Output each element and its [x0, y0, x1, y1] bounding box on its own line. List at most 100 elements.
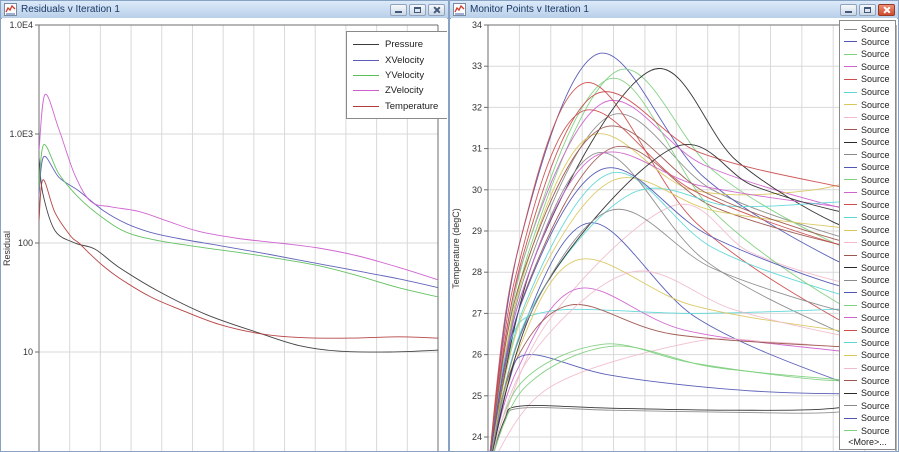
legend-label: Pressure	[385, 39, 423, 50]
residuals-titlebar[interactable]: Residuals v Iteration 1	[1, 1, 448, 19]
legend-item: Source	[844, 362, 895, 375]
legend-item: Source	[844, 224, 895, 237]
series-curve-18	[488, 304, 896, 451]
legend-line-swatch	[353, 106, 379, 107]
legend-line-swatch	[844, 368, 857, 369]
app-desktop: Residuals v Iteration 1 1.0E41.0E310010R…	[0, 0, 899, 452]
legend-item: Source	[844, 324, 895, 337]
legend-line-swatch	[353, 60, 379, 61]
restore-button[interactable]	[409, 4, 426, 16]
legend-item: Source	[844, 412, 895, 425]
series-curve-22	[488, 344, 896, 451]
minimize-button[interactable]	[840, 4, 857, 16]
legend-line-swatch	[844, 179, 857, 180]
minimize-icon	[845, 11, 852, 13]
legend-item: Source	[844, 425, 895, 438]
legend-item: Source	[844, 387, 895, 400]
legend-item: Source	[844, 211, 895, 224]
residuals-plot-area: 1.0E41.0E310010Residual PressureXVelocit…	[2, 18, 447, 451]
legend-label: Source	[861, 150, 890, 160]
monitor-points-titlebar[interactable]: Monitor Points v Iteration 1	[450, 1, 898, 19]
legend-label: Source	[861, 162, 890, 172]
close-icon	[883, 6, 891, 14]
legend-line-swatch	[844, 405, 857, 406]
legend-label: Source	[861, 288, 890, 298]
legend-item: Source	[844, 186, 895, 199]
chart-window-icon	[4, 3, 17, 16]
legend-line-swatch	[844, 355, 857, 356]
legend-item: Source	[844, 73, 895, 86]
legend-label: Source	[861, 24, 890, 34]
y-tick-label: 25	[472, 391, 482, 401]
legend-label: Source	[861, 200, 890, 210]
legend-label: Source	[861, 275, 890, 285]
legend-line-swatch	[353, 44, 379, 45]
residuals-window: Residuals v Iteration 1 1.0E41.0E310010R…	[0, 0, 449, 452]
legend-label: Source	[861, 175, 890, 185]
legend-item: Source	[844, 312, 895, 325]
legend-item: Source	[844, 161, 895, 174]
monitor-points-plot-area: 3433323130292827262524Temperature (degC)…	[451, 18, 897, 451]
legend-item: Source	[844, 61, 895, 74]
legend-label: Source	[861, 125, 890, 135]
close-button[interactable]	[428, 4, 445, 16]
legend-line-swatch	[844, 292, 857, 293]
y-axis-title: Temperature (degC)	[451, 208, 461, 289]
curves	[39, 94, 438, 352]
legend-line-swatch	[844, 142, 857, 143]
legend-label: Source	[861, 363, 890, 373]
legend-line-swatch	[844, 267, 857, 268]
y-axis-title: Residual	[2, 231, 12, 266]
legend-label: Source	[861, 401, 890, 411]
legend-label: Source	[861, 413, 890, 423]
series-curve-4	[39, 180, 438, 338]
chart-window-icon	[453, 3, 466, 16]
monitor-points-chart: 3433323130292827262524Temperature (degC)	[451, 18, 897, 451]
legend-label: Source	[861, 388, 890, 398]
legend-label: Source	[861, 137, 890, 147]
legend-line-swatch	[844, 41, 857, 42]
legend-line-swatch	[844, 217, 857, 218]
minimize-button[interactable]	[390, 4, 407, 16]
legend-line-swatch	[844, 92, 857, 93]
series-curve-29	[488, 144, 896, 451]
legend-line-swatch	[844, 242, 857, 243]
y-tick-label: 30	[472, 185, 482, 195]
y-tick-label: 26	[472, 350, 482, 360]
legend-label: Source	[861, 238, 890, 248]
window-title: Monitor Points v Iteration 1	[470, 2, 836, 18]
y-tick-label: 100	[18, 238, 33, 248]
legend-item: ZVelocity	[353, 83, 443, 98]
residuals-legend: PressureXVelocityYVelocityZVelocityTempe…	[346, 31, 447, 119]
legend-label: Source	[861, 187, 890, 197]
series-curve-1	[488, 53, 896, 451]
legend-line-swatch	[353, 75, 379, 76]
y-tick-label: 10	[23, 347, 33, 357]
legend-item: Source	[844, 274, 895, 287]
legend-item: Temperature	[353, 99, 443, 114]
series-curve-3	[488, 100, 896, 451]
y-tick-label: 32	[472, 102, 482, 112]
legend-item: Source	[844, 86, 895, 99]
legend-label: Source	[861, 376, 890, 386]
restore-button[interactable]	[859, 4, 876, 16]
series-curve-19	[488, 394, 896, 451]
y-tick-label: 33	[472, 61, 482, 71]
y-tick-label: 29	[472, 226, 482, 236]
legend-more-button[interactable]: <More>...	[844, 437, 895, 448]
legend-line-swatch	[844, 129, 857, 130]
legend-label: Source	[861, 49, 890, 59]
legend-item: Pressure	[353, 37, 443, 52]
series-curve-13	[488, 288, 896, 451]
legend-item: Source	[844, 349, 895, 362]
series-curve-1	[39, 156, 438, 287]
restore-icon	[864, 7, 871, 13]
legend-item: Source	[844, 199, 895, 212]
y-tick-label: 24	[472, 432, 482, 442]
legend-label: Source	[861, 313, 890, 323]
window-title: Residuals v Iteration 1	[21, 2, 386, 18]
close-button[interactable]	[878, 4, 895, 16]
legend-line-swatch	[844, 117, 857, 118]
legend-label: ZVelocity	[385, 85, 424, 96]
series-curve-15	[488, 305, 896, 451]
